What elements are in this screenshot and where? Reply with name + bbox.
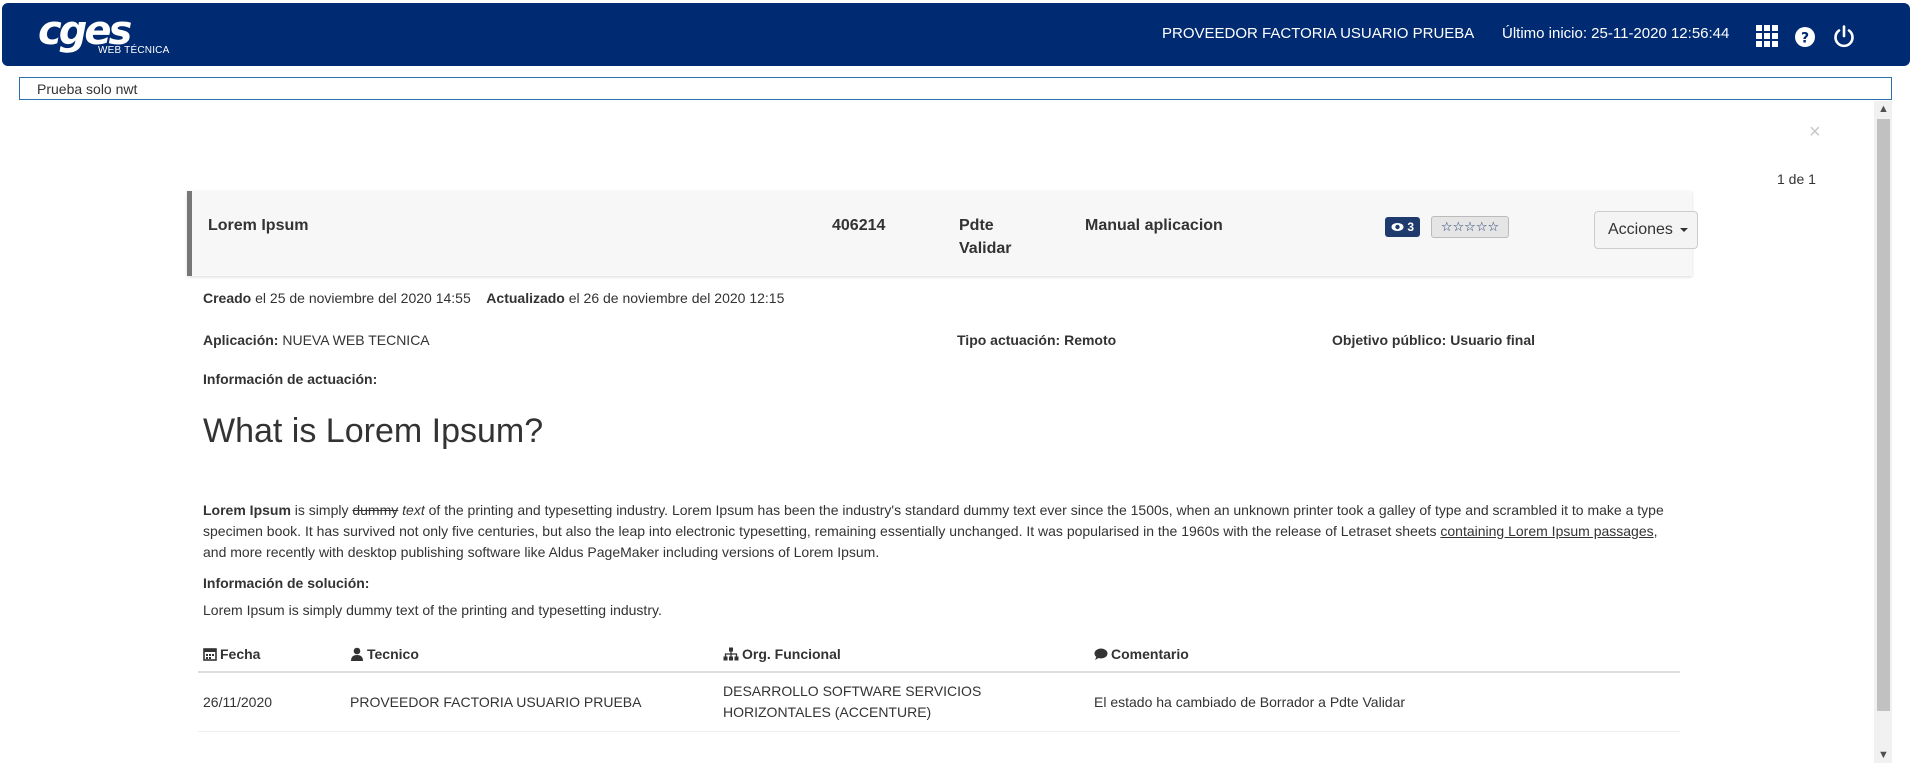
last-login: Último inicio: 25-11-2020 12:56:44 [1502,25,1730,42]
application-field: Aplicación: NUEVA WEB TECNICA [203,332,430,348]
ticket-dates: Creado el 25 de noviembre del 2020 14:55… [203,290,784,306]
user-icon [351,647,363,661]
actions-label: Acciones [1608,221,1673,238]
sitemap-icon [723,647,739,661]
col-tecnico: Tecnico [345,643,718,673]
comment-icon [1094,648,1108,660]
application-label: Aplicación: [203,332,279,348]
close-icon[interactable]: × [1809,121,1821,144]
actions-button[interactable]: Acciones [1594,211,1698,249]
help-icon[interactable]: ? [1792,23,1818,49]
solution-text: Lorem Ipsum is simply dummy text of the … [203,602,662,618]
pager: 1 de 1 [1777,171,1816,187]
caret-down-icon [1680,227,1689,232]
article-body: Lorem Ipsum is simply dummy text of the … [203,500,1678,563]
article-link[interactable]: containing Lorem Ipsum passages [1440,523,1653,539]
ticket-id: 406214 [832,217,886,234]
ticket-detail-panel: × 1 de 1 Lorem Ipsum 406214 Pdte Validar… [19,101,1892,763]
col-comentario: Comentario [1089,643,1680,673]
created-value: el 25 de noviembre del 2020 14:55 [251,290,471,306]
col-org-label: Org. Funcional [742,646,841,662]
vertical-scrollbar[interactable]: ▲ ▼ [1874,101,1892,763]
col-fecha-label: Fecha [220,646,261,662]
scroll-up-icon[interactable]: ▲ [1878,103,1889,115]
ticket-header-card: Lorem Ipsum 406214 Pdte Validar Manual a… [187,191,1698,276]
notice-bar: Prueba solo nwt [19,77,1892,100]
top-navbar: cges WEB TÉCNICA PROVEEDOR FACTORIA USUA… [2,3,1910,66]
history-tecnico: PROVEEDOR FACTORIA USUARIO PRUEBA [345,672,718,732]
article-heading: What is Lorem Ipsum? [203,412,544,450]
history-header-row: Fecha Tecnico Org. Funcional Comentario [198,643,1680,673]
scroll-down-icon[interactable]: ▼ [1878,749,1889,761]
history-org: DESARROLLO SOFTWARE SERVICIOS HORIZONTAL… [718,672,1089,732]
tipo-actuacion: Tipo actuación: Remoto [957,332,1117,348]
ticket-title: Lorem Ipsum [208,217,309,234]
article-strike: dummy [352,502,399,518]
article-italic: text [398,502,425,518]
info-actuacion-label: Información de actuación: [203,371,378,387]
application-value: NUEVA WEB TECNICA [278,332,430,348]
logo-subtitle: WEB TÉCNICA [98,45,170,56]
history-comentario: El estado ha cambiado de Borrador a Pdte… [1089,672,1680,732]
user-name: PROVEEDOR FACTORIA USUARIO PRUEBA [1162,25,1475,42]
apps-grid-icon[interactable] [1754,23,1780,49]
col-comentario-label: Comentario [1111,646,1189,662]
ticket-status: Pdte Validar [959,217,1012,257]
updated-label: Actualizado [486,290,565,306]
article-text: is simply [290,502,353,518]
calendar-icon [203,648,217,661]
objetivo-publico: Objetivo público: Usuario final [1332,332,1536,348]
cges-logo[interactable]: cges WEB TÉCNICA [38,9,188,59]
history-table: Fecha Tecnico Org. Funcional Comentario … [198,643,1680,732]
col-fecha: Fecha [198,643,345,673]
power-icon[interactable] [1831,23,1857,49]
scroll-thumb[interactable] [1877,119,1890,711]
col-org-funcional: Org. Funcional [718,643,1089,673]
info-solucion-label: Información de solución: [203,575,370,591]
article-bold-lead: Lorem Ipsum [203,502,291,518]
col-tecnico-label: Tecnico [367,646,419,662]
views-count: 3 [1407,220,1415,234]
updated-value: el 26 de noviembre del 2020 12:15 [564,290,785,306]
ticket-type: Manual aplicacion [1085,217,1223,234]
created-label: Creado [203,290,252,306]
history-row: 26/11/2020 PROVEEDOR FACTORIA USUARIO PR… [198,672,1680,732]
star-rating[interactable]: ☆☆☆☆☆ [1431,216,1509,238]
eye-icon [1391,223,1404,231]
history-fecha: 26/11/2020 [198,672,345,732]
svg-text:?: ? [1801,31,1809,47]
views-badge: 3 [1385,217,1421,237]
